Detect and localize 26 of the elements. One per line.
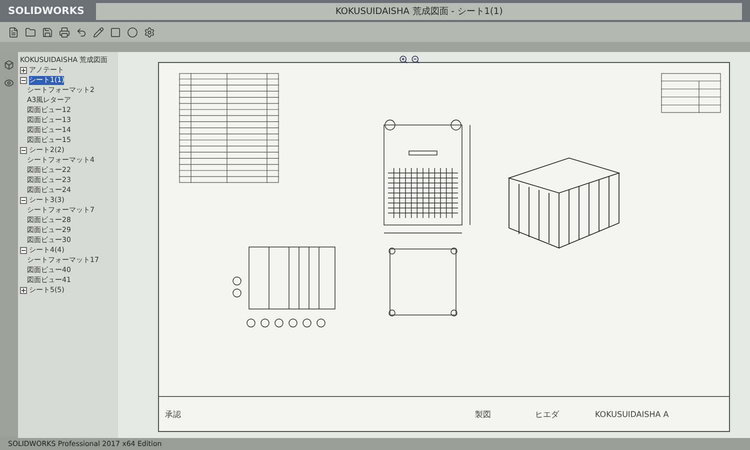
zoom-in-icon[interactable]: [399, 55, 408, 64]
rectangle-icon[interactable]: [110, 26, 121, 38]
collapse-icon[interactable]: [20, 147, 27, 154]
collapse-icon[interactable]: [20, 77, 27, 84]
approved-label: 承認: [164, 408, 182, 420]
window-title: KOKUSUIDAISHA 荒成図面 - シート1(1): [96, 2, 742, 20]
revision-table-drawing: [661, 73, 721, 113]
settings-icon[interactable]: [144, 26, 155, 38]
circle-icon[interactable]: [127, 26, 138, 38]
collapse-icon[interactable]: [20, 247, 27, 254]
document-icon[interactable]: [8, 26, 19, 38]
collapse-icon[interactable]: [20, 197, 27, 204]
cube-icon[interactable]: [4, 60, 14, 70]
undo-icon[interactable]: [76, 26, 87, 38]
app-logo: SOLIDWORKS: [8, 6, 84, 16]
drawing-name: KOKUSUIDAISHA A: [594, 410, 670, 418]
printer-icon[interactable]: [59, 26, 70, 38]
drawn-label: 製図: [474, 408, 492, 420]
zoom-out-icon[interactable]: [411, 55, 420, 64]
folder-icon[interactable]: [25, 26, 36, 38]
save-icon[interactable]: [42, 26, 53, 38]
expand-icon[interactable]: [20, 287, 27, 294]
expand-icon[interactable]: [20, 67, 27, 74]
eye-icon[interactable]: [4, 78, 14, 88]
designer-name: ヒエダ: [534, 408, 560, 420]
pencil-icon[interactable]: [93, 26, 104, 38]
